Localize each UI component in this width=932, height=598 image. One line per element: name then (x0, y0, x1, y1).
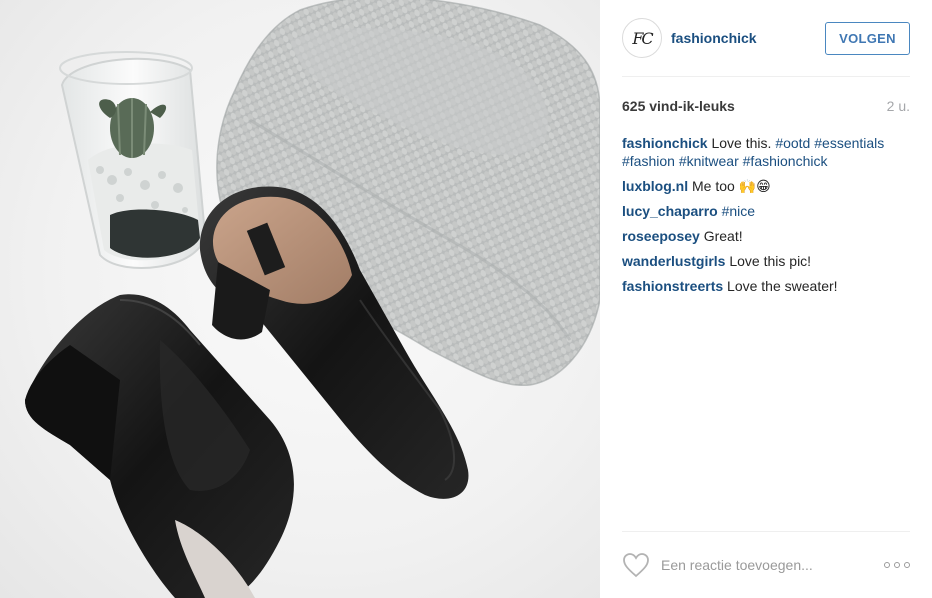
comment-author[interactable]: luxblog.nl (622, 178, 688, 194)
dot (884, 562, 890, 568)
comment-item: roseeposey Great! (622, 227, 910, 245)
avatar[interactable]: FC (622, 18, 662, 58)
post-header: FC fashionchick VOLGEN (622, 0, 910, 77)
comment-author[interactable]: wanderlustgirls (622, 253, 725, 269)
comment-author[interactable]: fashionstreerts (622, 278, 723, 294)
post-footer (622, 531, 910, 598)
comment-text: Great! (703, 228, 743, 244)
comment-list: fashionchick Love this. #ootd #essential… (622, 134, 910, 302)
comment-item: fashionstreerts Love the sweater! (622, 277, 910, 295)
comment-text: Love the sweater! (727, 278, 838, 294)
caption-text: Love this. (711, 135, 772, 151)
dot (894, 562, 900, 568)
more-options-icon[interactable] (884, 562, 910, 568)
caption: fashionchick Love this. #ootd #essential… (622, 134, 910, 170)
hashtag[interactable]: #fashion (622, 153, 675, 169)
likes-count[interactable]: 625 vind-ik-leuks (622, 98, 735, 114)
glass-plant-jar (59, 51, 207, 270)
hashtag[interactable]: #ootd (775, 135, 810, 151)
post-card: FC fashionchick VOLGEN 625 vind-ik-leuks… (0, 0, 932, 598)
hashtag[interactable]: #essentials (814, 135, 884, 151)
post-photo[interactable] (0, 0, 600, 598)
photo-illustration (25, 0, 600, 598)
comment-hashtag[interactable]: #nice (722, 203, 755, 219)
comment-item: luxblog.nl Me too 🙌😁 (622, 177, 910, 195)
post-time[interactable]: 2 u. (887, 98, 910, 114)
comment-text: Me too 🙌😁 (692, 178, 771, 194)
dot (904, 562, 910, 568)
comment-item: lucy_chaparro #nice (622, 202, 910, 220)
username-link[interactable]: fashionchick (671, 30, 825, 46)
hashtag[interactable]: #knitwear (679, 153, 739, 169)
stats-row: 625 vind-ik-leuks 2 u. (622, 96, 910, 116)
heart-outline-icon[interactable] (622, 552, 650, 578)
post-side-panel: FC fashionchick VOLGEN 625 vind-ik-leuks… (600, 0, 932, 598)
comment-input[interactable] (661, 557, 884, 573)
comment-author[interactable]: lucy_chaparro (622, 203, 718, 219)
hashtag[interactable]: #fashionchick (743, 153, 828, 169)
comment-text: Love this pic! (729, 253, 812, 269)
caption-author[interactable]: fashionchick (622, 135, 708, 151)
avatar-initials: FC (632, 28, 653, 48)
black-mule-front (25, 294, 294, 598)
follow-button[interactable]: VOLGEN (825, 21, 910, 55)
comment-author[interactable]: roseeposey (622, 228, 700, 244)
comment-item: wanderlustgirls Love this pic! (622, 252, 910, 270)
